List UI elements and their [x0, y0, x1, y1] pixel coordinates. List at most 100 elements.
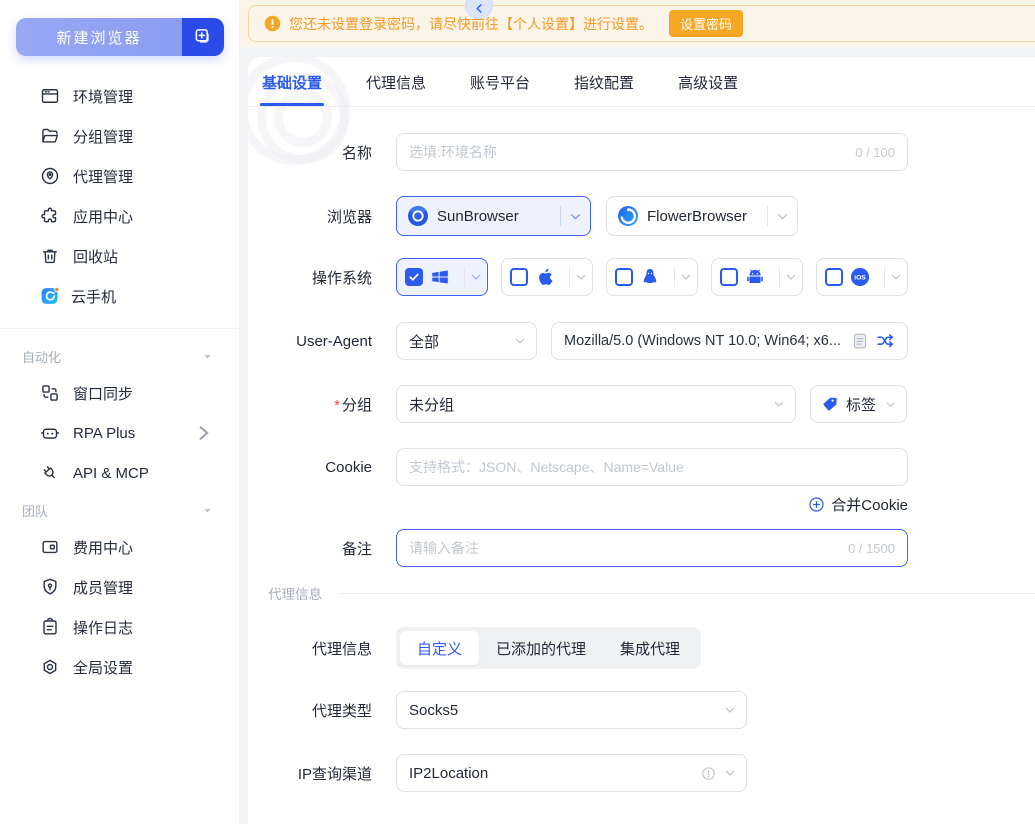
- browser-option-label: SunBrowser: [437, 207, 519, 225]
- sidebar-item-label: 分组管理: [73, 128, 134, 146]
- apple-logo-icon: [539, 268, 553, 285]
- row-ip-channel: IP查询渠道 IP2Location: [248, 754, 1035, 792]
- tab-proxy-info[interactable]: 代理信息: [366, 72, 426, 106]
- group-label: * 分组: [334, 396, 372, 414]
- ios-badge-icon: iOS: [850, 267, 870, 287]
- copy-ua-button[interactable]: [852, 332, 868, 350]
- content-panel: 基础设置 代理信息 账号平台 指纹配置 高级设置 名称 0 / 100: [248, 57, 1035, 824]
- tab-basic-settings[interactable]: 基础设置: [259, 72, 325, 106]
- warning-banner: 您还未设置登录密码，请尽快前往【个人设置】进行设置。 设置密码: [248, 5, 1035, 42]
- os-option-linux[interactable]: [606, 258, 698, 296]
- merge-cookie-link[interactable]: 合并Cookie: [396, 494, 908, 515]
- cloud-phone-app-icon: [41, 286, 60, 304]
- row-user-agent: User-Agent 全部 Mozilla/5.0 (Windows NT 10…: [248, 322, 1035, 360]
- map-pin-icon: [41, 167, 59, 185]
- main-area: 您还未设置登录密码，请尽快前往【个人设置】进行设置。 设置密码 基础设置 代理信…: [240, 0, 1035, 824]
- svg-text:iOS: iOS: [854, 275, 866, 282]
- tag-button-label: 标签: [846, 396, 877, 414]
- chevron-down-icon: [576, 274, 586, 280]
- os-option-windows[interactable]: [396, 258, 488, 296]
- section-label: 自动化: [22, 349, 62, 365]
- tab-account-platform[interactable]: 账号平台: [470, 72, 530, 106]
- ip-channel-select[interactable]: IP2Location: [396, 754, 747, 792]
- sidebar-item-billing[interactable]: 费用中心: [0, 527, 239, 567]
- os-option-android[interactable]: [711, 258, 803, 296]
- gear-icon: [43, 659, 57, 675]
- quick-create-button[interactable]: [182, 18, 224, 56]
- sidebar-section-automation[interactable]: 自动化: [0, 339, 239, 373]
- chevron-down-icon: [204, 508, 211, 512]
- sidebar-item-groups[interactable]: 分组管理: [0, 116, 239, 156]
- sidebar-item-global-settings[interactable]: 全局设置: [0, 647, 239, 687]
- os-option-macos[interactable]: [501, 258, 593, 296]
- sidebar-item-trash[interactable]: 回收站: [0, 236, 239, 276]
- macos-checkbox[interactable]: [510, 268, 528, 286]
- randomize-ua-button[interactable]: [876, 333, 895, 350]
- warning-banner-area: 您还未设置登录密码，请尽快前往【个人设置】进行设置。 设置密码: [240, 0, 1035, 47]
- ua-filter-select[interactable]: 全部: [396, 322, 537, 360]
- basic-settings-form: 名称 0 / 100 浏览器 SunBrowser: [248, 107, 1035, 792]
- proxy-type-select[interactable]: Socks5: [396, 691, 747, 729]
- sidebar-item-logs[interactable]: 操作日志: [0, 607, 239, 647]
- group-select[interactable]: 未分组: [396, 385, 796, 423]
- row-proxy-mode: 代理信息 自定义 已添加的代理 集成代理: [248, 627, 1035, 669]
- chevron-down-icon: [774, 401, 784, 407]
- android-checkbox[interactable]: [720, 268, 738, 286]
- new-browser-button[interactable]: 新建浏览器: [16, 18, 224, 56]
- new-browser-button-label[interactable]: 新建浏览器: [16, 18, 182, 56]
- clipboard-icon: [43, 617, 57, 635]
- tab-fingerprint-config[interactable]: 指纹配置: [574, 72, 634, 106]
- windows-logo-icon: [432, 270, 448, 284]
- cookie-input[interactable]: [409, 459, 895, 475]
- ios-checkbox[interactable]: [825, 268, 843, 286]
- chevron-down-icon: [886, 402, 895, 407]
- puzzle-icon: [41, 207, 57, 223]
- os-label: 操作系统: [311, 269, 372, 287]
- segment-custom[interactable]: 自定义: [400, 631, 480, 665]
- browser-window-icon: [41, 89, 59, 103]
- sidebar-item-members[interactable]: 成员管理: [0, 567, 239, 607]
- row-cookie: Cookie: [248, 448, 1035, 486]
- ip-channel-label: IP查询渠道: [297, 765, 372, 783]
- segment-added-proxies[interactable]: 已添加的代理: [479, 631, 603, 665]
- sidebar-item-rpa-plus[interactable]: RPA Plus: [0, 413, 239, 453]
- chevron-down-icon: [725, 707, 735, 713]
- row-group: * 分组 未分组 标签: [248, 385, 1035, 423]
- billing-card-icon: [42, 540, 58, 554]
- sidebar-item-label: 应用中心: [73, 208, 134, 226]
- proxy-section-title: 代理信息: [268, 587, 322, 602]
- tab-advanced-settings[interactable]: 高级设置: [678, 72, 738, 106]
- browser-option-sunbrowser[interactable]: SunBrowser: [396, 196, 591, 236]
- shield-key-icon: [43, 578, 57, 595]
- browser-option-flowerbrowser[interactable]: FlowerBrowser: [606, 196, 798, 236]
- sidebar-item-label: 代理管理: [73, 168, 134, 186]
- sidebar-item-environment[interactable]: 环境管理: [0, 76, 239, 116]
- sidebar-item-window-sync[interactable]: 窗口同步: [0, 373, 239, 413]
- remark-input-wrap: 0 / 1500: [396, 529, 908, 567]
- remark-input[interactable]: [409, 540, 840, 556]
- set-password-button[interactable]: 设置密码: [669, 10, 744, 37]
- proxy-type-value: Socks5: [409, 701, 459, 719]
- sidebar-section-team[interactable]: 团队: [0, 493, 239, 527]
- segment-integrated-proxy[interactable]: 集成代理: [603, 631, 697, 665]
- sidebar-item-cloud-phone[interactable]: 云手机: [0, 276, 239, 316]
- os-option-ios[interactable]: iOS: [816, 258, 908, 296]
- tag-select-button[interactable]: 标签: [810, 385, 907, 423]
- sunbrowser-icon: [408, 206, 428, 226]
- sidebar-item-proxy[interactable]: 代理管理: [0, 156, 239, 196]
- ua-value[interactable]: Mozilla/5.0 (Windows NT 10.0; Win64; x6.…: [564, 333, 844, 349]
- name-input[interactable]: [409, 144, 848, 160]
- sidebar-item-apps[interactable]: 应用中心: [0, 196, 239, 236]
- trash-icon: [43, 249, 57, 264]
- chevron-down-icon: [681, 274, 691, 280]
- remark-char-counter: 0 / 1500: [848, 540, 895, 556]
- tag-icon: [823, 397, 837, 411]
- sidebar-item-label: 费用中心: [73, 539, 134, 557]
- sidebar-item-api-mcp[interactable]: API & MCP: [0, 453, 239, 493]
- browser-plus-icon: [195, 29, 209, 43]
- windows-checkbox[interactable]: [405, 268, 423, 286]
- chevron-down-icon: [725, 770, 735, 776]
- linux-checkbox[interactable]: [615, 268, 633, 286]
- app-window: 新建浏览器 环境管理 分组管理 代理管理 应用中心 回收站 云手机 自动化 窗口…: [0, 0, 1035, 824]
- sidebar-item-label: 窗口同步: [73, 385, 134, 403]
